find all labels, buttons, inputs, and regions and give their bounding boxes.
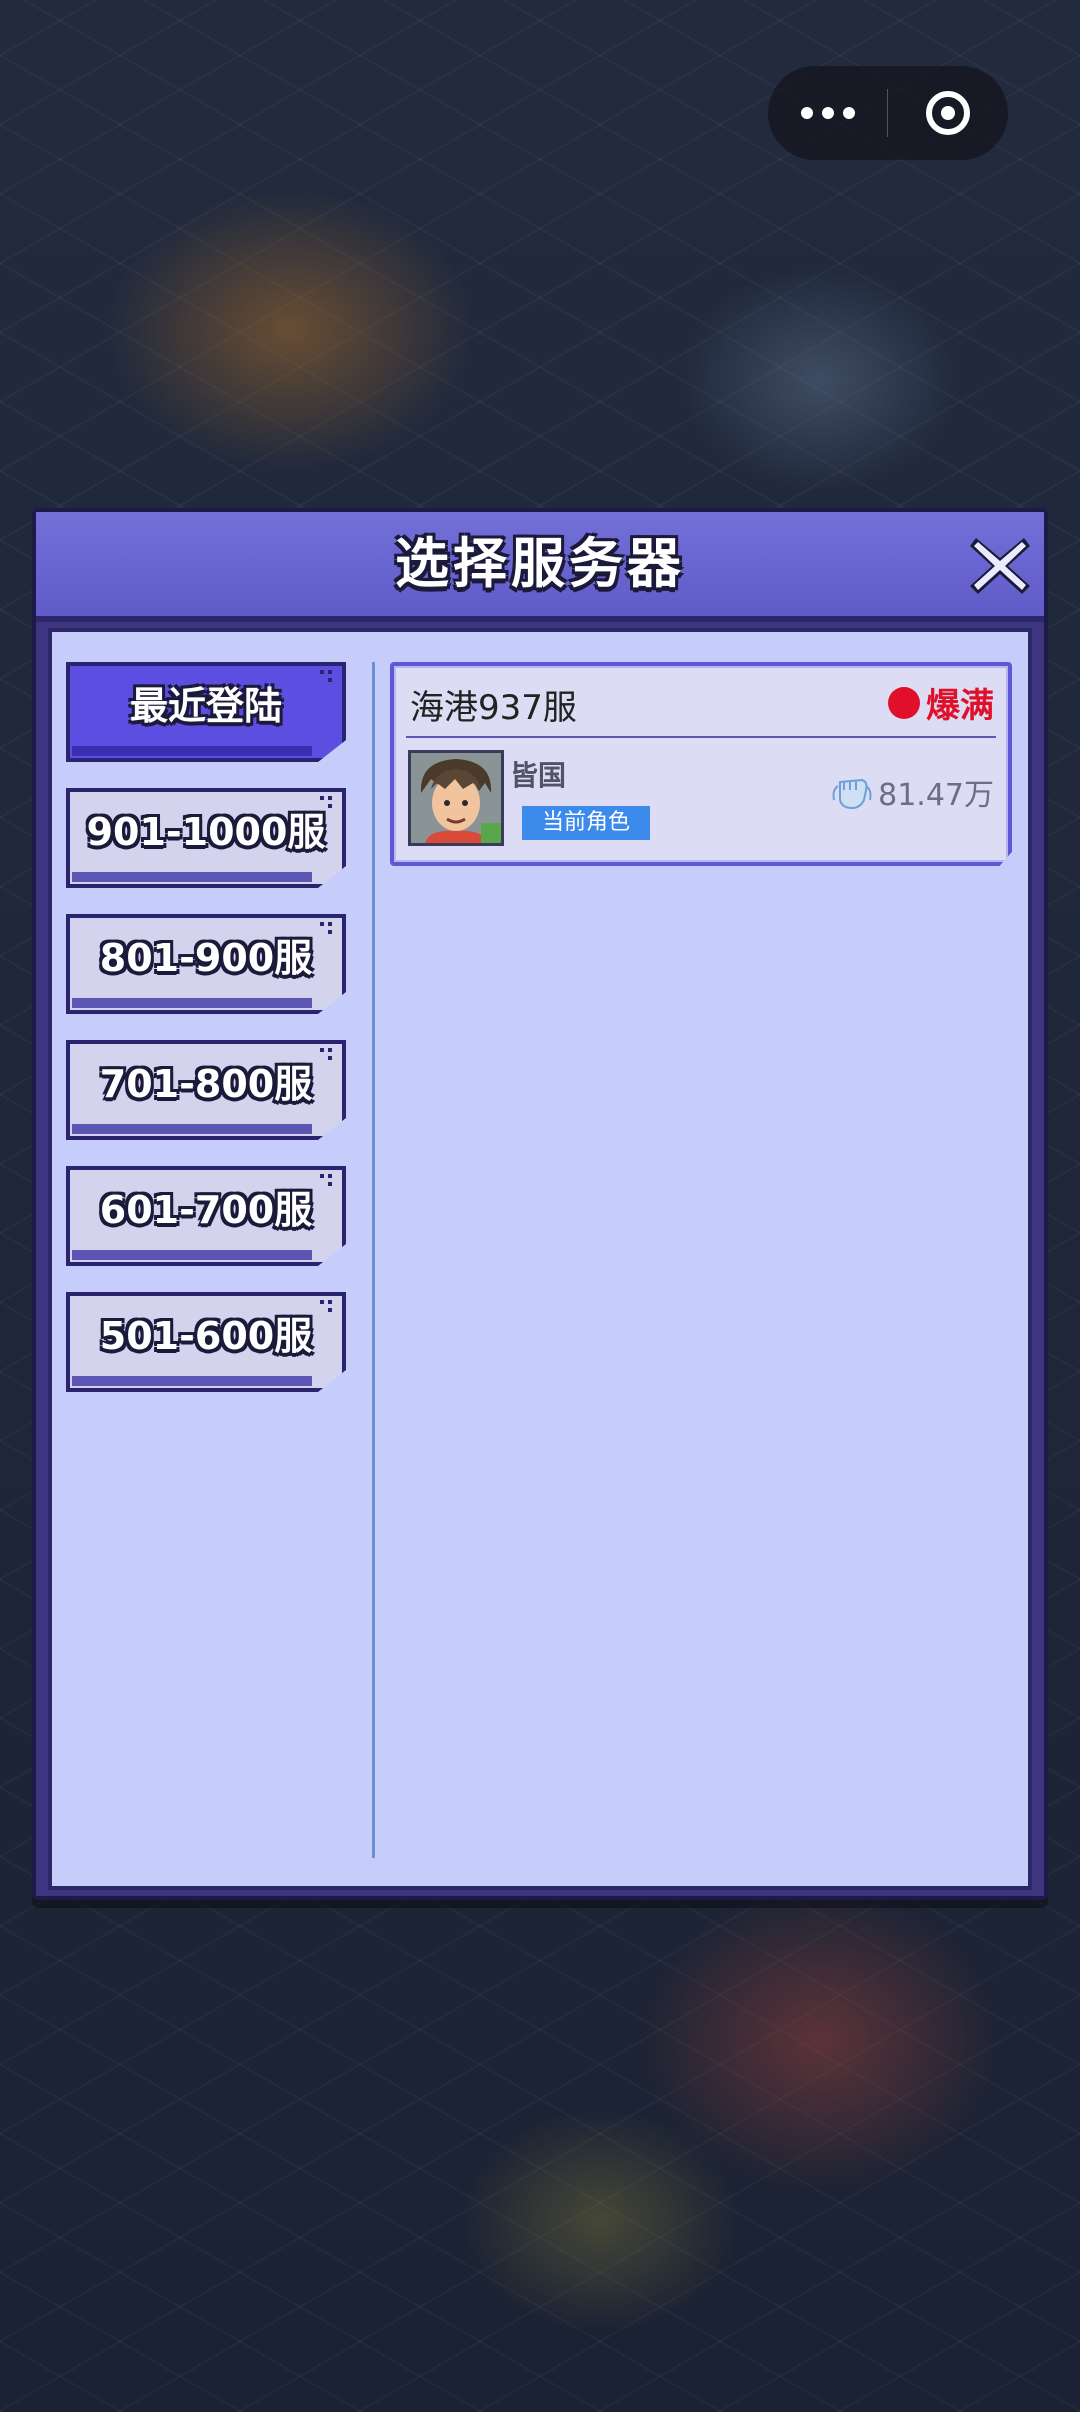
close-button[interactable] xyxy=(966,532,1034,600)
nav-item-label: 901-1000服 xyxy=(86,810,326,854)
nav-item-601-700[interactable]: 601-700服 xyxy=(66,1166,346,1266)
server-status: 爆满 xyxy=(888,678,994,727)
fist-icon xyxy=(832,778,872,810)
nav-item-901-1000[interactable]: 901-1000服 xyxy=(66,788,346,888)
server-name: 海港937服 xyxy=(410,688,577,728)
combat-power: 81.47万 xyxy=(830,770,994,814)
server-select-dialog: 选择服务器 最近登陆 901-1000服 801-900服 701-800服 6… xyxy=(32,508,1048,1900)
current-role-badge: 当前角色 xyxy=(522,806,650,840)
dialog-body: 最近登陆 901-1000服 801-900服 701-800服 601-700 xyxy=(48,628,1032,1890)
nav-item-label: 601-700服 xyxy=(99,1188,313,1232)
server-card[interactable]: 海港937服 爆满 皆国 当前角色 81.47万 xyxy=(390,662,1012,866)
server-range-nav: 最近登陆 901-1000服 801-900服 701-800服 601-700 xyxy=(66,662,346,1418)
nav-item-label: 最近登陆 xyxy=(129,684,282,728)
nav-divider xyxy=(372,662,375,1858)
avatar xyxy=(408,750,504,846)
nav-item-label: 701-800服 xyxy=(99,1062,313,1106)
combat-power-value: 81.47万 xyxy=(878,778,994,813)
nav-item-801-900[interactable]: 801-900服 xyxy=(66,914,346,1014)
close-icon xyxy=(970,538,1030,594)
dialog-title: 选择服务器 xyxy=(395,532,685,595)
nav-item-recent[interactable]: 最近登陆 xyxy=(66,662,346,762)
nav-item-label: 801-900服 xyxy=(99,936,313,980)
status-dot-icon xyxy=(888,686,920,719)
status-text: 爆满 xyxy=(926,686,994,726)
nav-item-501-600[interactable]: 501-600服 xyxy=(66,1292,346,1392)
more-icon[interactable] xyxy=(768,66,887,160)
card-divider xyxy=(406,736,996,738)
target-icon[interactable] xyxy=(888,66,1008,160)
miniprogram-capsule xyxy=(768,66,1008,160)
player-name: 皆国 xyxy=(510,759,567,792)
nav-item-label: 501-600服 xyxy=(99,1314,313,1358)
nav-item-701-800[interactable]: 701-800服 xyxy=(66,1040,346,1140)
